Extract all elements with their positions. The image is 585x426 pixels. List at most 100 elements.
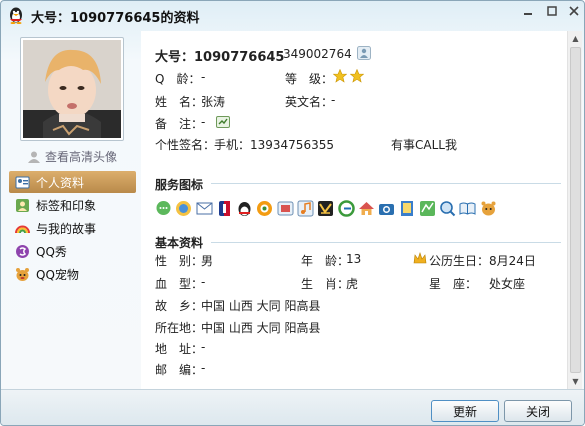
postal-code-label: 邮 编：	[155, 363, 204, 377]
star-icon	[333, 69, 347, 83]
edit-remark-icon[interactable]	[216, 116, 230, 128]
close-window-button[interactable]	[564, 1, 584, 20]
book-icon[interactable]	[399, 200, 416, 217]
profile-window: 大号：1090776645的资料 查看高清头像 个人资料 标签和印象 与我的故事…	[0, 0, 585, 426]
camera-icon[interactable]	[378, 200, 395, 217]
maximize-icon	[547, 5, 557, 16]
blood-type-value: -	[201, 275, 206, 289]
nav-item-label: QQ秀	[36, 244, 67, 259]
scrollbar-thumb[interactable]	[570, 47, 581, 373]
left-pane: 查看高清头像 个人资料 标签和印象 与我的故事 QQ秀 QQ宠物	[1, 31, 141, 395]
qq-penguin-icon	[10, 7, 22, 24]
birthday-label: 公历生日：	[429, 254, 490, 268]
zodiac-label: 生 肖：	[301, 277, 350, 291]
signature-value: 手机：13934756355	[214, 138, 334, 152]
avatar-photo	[23, 40, 121, 138]
age-value: 13	[346, 252, 362, 266]
contact-card-icon[interactable]	[357, 46, 371, 60]
account-heading: 大号：1090776645	[155, 46, 284, 65]
address-value: -	[201, 340, 206, 354]
account-label: 大号：	[155, 50, 195, 65]
nav-item-label: 标签和印象	[36, 198, 97, 213]
signature-extra: 有事CALL我	[391, 138, 457, 152]
user-silhouette-icon	[28, 151, 40, 163]
id-card-icon	[15, 176, 30, 188]
paipai-icon[interactable]	[256, 200, 273, 217]
service-icons-row	[155, 200, 555, 219]
nav-item-tags[interactable]: 标签和印象	[9, 194, 136, 216]
zodiac-value: 虎	[346, 277, 359, 291]
name-value: 张涛	[201, 95, 226, 109]
music-icon[interactable]	[297, 200, 314, 217]
close-icon	[569, 5, 579, 16]
game-icon[interactable]	[277, 200, 294, 217]
english-name-value: -	[331, 93, 336, 107]
star-icon	[350, 69, 364, 83]
postal-code-value: -	[201, 361, 206, 375]
maximize-button[interactable]	[540, 1, 564, 20]
nav-item-qq-show[interactable]: QQ秀	[9, 240, 136, 262]
title-bar: 大号：1090776645的资料	[1, 1, 584, 31]
chat-bubble-icon[interactable]	[155, 200, 172, 217]
star-sign-label: 星 座：	[429, 277, 478, 291]
view-hd-avatar-label: 查看高清头像	[45, 150, 118, 164]
services-title: 服务图标	[155, 178, 204, 192]
location-value: 中国 山西 大同 阳高县	[201, 321, 321, 335]
window-title: 大号：1090776645的资料	[31, 11, 200, 26]
mail-icon[interactable]	[196, 200, 213, 217]
remark-value: -	[201, 115, 206, 129]
hometown-value: 中国 山西 大同 阳高县	[201, 299, 321, 313]
qq-vip-icon[interactable]	[236, 200, 253, 217]
nav-item-label: 与我的故事	[36, 221, 97, 236]
vertical-scrollbar[interactable]: ▲ ▼	[567, 31, 582, 389]
nav-item-label: QQ宠物	[36, 267, 79, 282]
home-icon[interactable]	[358, 200, 375, 217]
q-age-label: Q 龄：	[155, 72, 201, 86]
gender-value: 男	[201, 254, 214, 268]
scroll-down-arrow-icon[interactable]: ▼	[568, 374, 583, 389]
blood-type-label: 血 型：	[155, 277, 204, 291]
nav-item-label: 个人资料	[36, 175, 85, 190]
map-icon[interactable]	[419, 200, 436, 217]
tag-person-icon	[16, 198, 29, 212]
search-qq-icon[interactable]	[439, 200, 456, 217]
nav-item-story[interactable]: 与我的故事	[9, 217, 136, 239]
basic-info-title: 基本资料	[155, 236, 204, 250]
minimize-button[interactable]	[516, 1, 540, 20]
globe-icon[interactable]	[175, 200, 192, 217]
signature-label: 个性签名：	[155, 138, 216, 152]
refresh-button[interactable]: 更新	[431, 400, 499, 422]
q-age-value: -	[201, 70, 206, 84]
level-label: 等 级：	[285, 72, 334, 86]
address-label: 地 址：	[155, 342, 204, 356]
birthday-value: 8月24日	[489, 254, 536, 268]
nav-item-qq-pet[interactable]: QQ宠物	[9, 263, 136, 285]
crown-icon	[413, 252, 427, 264]
section-divider	[211, 242, 561, 243]
nav-item-personal-info[interactable]: 个人资料	[9, 171, 136, 193]
minimize-icon	[524, 12, 532, 15]
qq-pet-icon	[16, 267, 29, 281]
star-sign-value: 处女座	[489, 277, 526, 291]
view-hd-avatar-link[interactable]: 查看高清头像	[27, 148, 117, 165]
black-diamond-icon[interactable]	[317, 200, 334, 217]
browser-icon[interactable]	[337, 200, 355, 217]
alt-number: 349002764	[283, 47, 352, 61]
scroll-up-arrow-icon[interactable]: ▲	[568, 31, 583, 46]
pet-icon[interactable]	[480, 200, 497, 217]
close-button[interactable]: 关闭	[504, 400, 572, 422]
avatar[interactable]	[20, 37, 124, 141]
bottom-bar: 更新 关闭	[1, 389, 584, 425]
age-label: 年 龄：	[301, 254, 350, 268]
remark-label: 备 注：	[155, 117, 204, 131]
section-divider	[211, 183, 561, 184]
hometown-label: 故 乡：	[155, 299, 204, 313]
qq-show-icon	[16, 244, 29, 258]
nba-icon[interactable]	[216, 200, 233, 217]
rainbow-icon	[15, 225, 30, 233]
location-label: 所在地：	[155, 321, 204, 335]
profile-content: 大号：1090776645 349002764 Q 龄： - 等 级： 姓 名：…	[141, 31, 567, 389]
english-name-label: 英文名：	[285, 95, 334, 109]
name-label: 姓 名：	[155, 95, 204, 109]
reader-icon[interactable]	[459, 200, 476, 217]
